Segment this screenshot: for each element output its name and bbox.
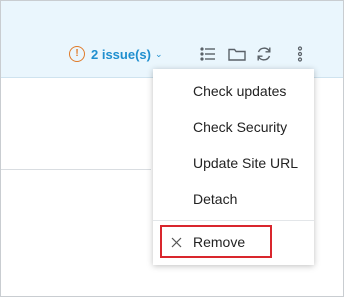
content-divider [1,169,151,170]
menu-item-label: Check updates [193,83,287,99]
chevron-down-icon: ⌄ [154,48,163,59]
menu-item-label: Check Security [193,119,288,135]
menu-divider [153,220,314,221]
more-vertical-icon[interactable] [290,44,310,64]
menu-item-remove[interactable]: Remove [153,225,314,259]
menu-item-label: Remove [193,234,246,250]
menu-item-update-site-url[interactable]: Update Site URL [153,146,314,180]
menu-item-detach[interactable]: Detach [153,182,314,216]
menu-item-label: Detach [193,191,238,207]
menu-item-check-updates[interactable]: Check updates [153,74,314,108]
context-menu: Check updates Check Security Update Site… [153,69,314,265]
issues-label: 2 issue(s) [91,46,151,62]
refresh-icon[interactable] [254,44,274,64]
issues-dropdown[interactable]: ! 2 issue(s) ⌄ [69,45,163,63]
window-frame: ! 2 issue(s) ⌄ Check updates Check Secur… [0,0,344,297]
site-toolbar: ! 2 issue(s) ⌄ [1,1,343,78]
menu-item-label: Update Site URL [193,155,299,171]
menu-item-check-security[interactable]: Check Security [153,110,314,144]
exclamation-circle-icon: ! [69,46,85,62]
folder-icon[interactable] [227,44,247,64]
close-icon [171,237,182,248]
list-icon[interactable] [198,44,218,64]
